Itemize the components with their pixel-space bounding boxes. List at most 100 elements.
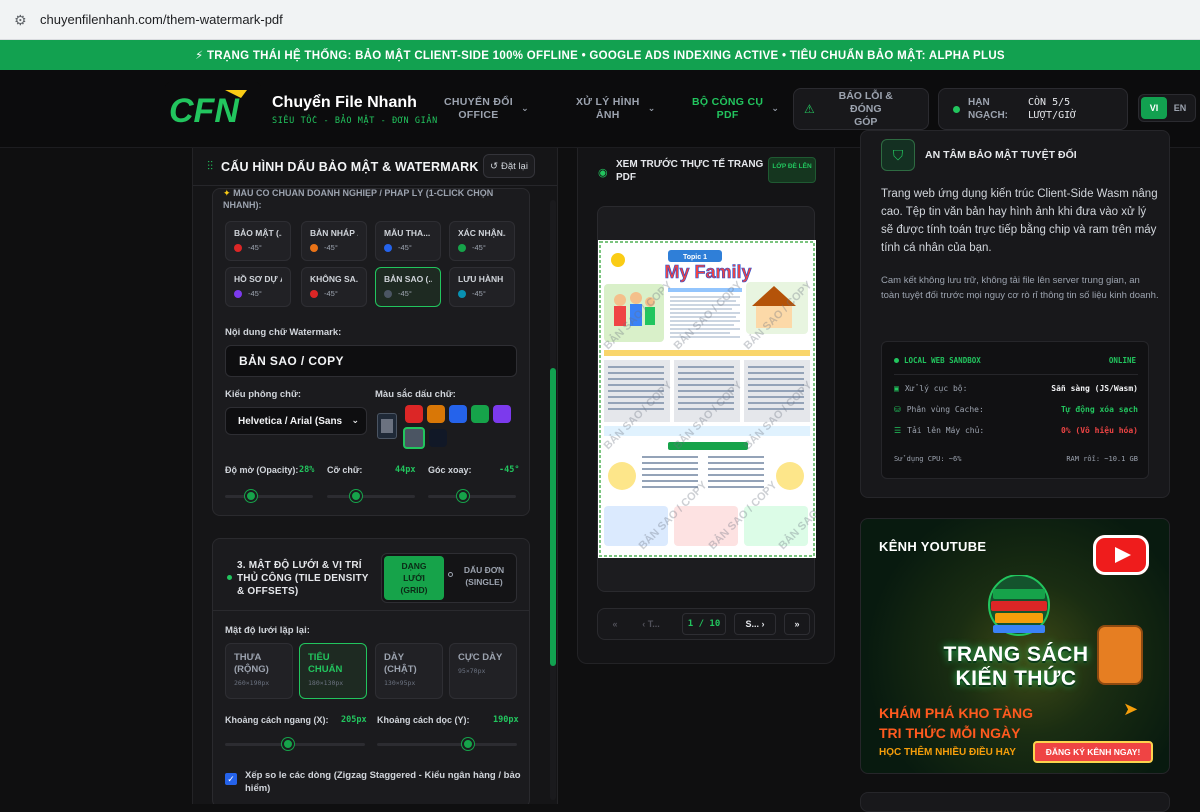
watermark-text-input[interactable]: BẢN SAO / COPY bbox=[225, 345, 517, 377]
promo-sub-line2: TRI THỨC MỖI NGÀY bbox=[879, 725, 1021, 741]
preset-project-file[interactable]: HỒ SƠ DỰ ÁN -45° bbox=[225, 267, 291, 307]
preset-angle: -45° bbox=[248, 243, 262, 252]
chevron-down-icon: ⌄ bbox=[647, 103, 656, 113]
presets-label: ✦ MẪU CÓ CHUẨN DOANH NGHIỆP / PHÁP LÝ (1… bbox=[223, 188, 494, 210]
vspace-slider-knob[interactable] bbox=[462, 738, 474, 750]
nav-label-line2: ẢNH bbox=[595, 109, 620, 121]
preset-reference[interactable]: MẪU THA... -45° bbox=[375, 221, 441, 261]
last-page-button[interactable]: » bbox=[784, 613, 810, 635]
nav-office-conversion[interactable]: CHUYỂN ĐỔI OFFICE ⌄ bbox=[444, 96, 529, 122]
first-page-button[interactable]: « bbox=[604, 613, 626, 635]
hspace-slider-knob[interactable] bbox=[282, 738, 294, 750]
density-very-dense[interactable]: CỰC DÀY 95×70px bbox=[449, 643, 517, 699]
config-title: CẤU HÌNH DẤU BẢO MẬT & WATERMARK bbox=[221, 159, 479, 174]
preset-no-copy[interactable]: KHÔNG SA... -45° bbox=[301, 267, 367, 307]
preset-angle: -45° bbox=[398, 243, 412, 252]
preset-name: BẢN NHÁP ... bbox=[310, 228, 358, 238]
mode-grid-button[interactable]: DẠNG LƯỚI (GRID) bbox=[384, 556, 444, 600]
swatch-red[interactable] bbox=[405, 405, 423, 423]
stagger-checkbox[interactable]: ✓ bbox=[225, 773, 237, 785]
nav-label-line1: CHUYỂN ĐỔI bbox=[444, 96, 513, 108]
page-counter: 1 / 10 bbox=[682, 613, 726, 635]
subscribe-button[interactable]: ĐĂNG KÝ KÊNH NGAY! bbox=[1033, 741, 1153, 763]
opacity-slider-knob[interactable] bbox=[245, 490, 257, 502]
nav-label-line2: PDF bbox=[716, 109, 739, 121]
security-description: Trang web ứng dụng kiến trúc Client-Side… bbox=[881, 188, 1158, 254]
scrollbar-thumb[interactable] bbox=[550, 368, 556, 666]
security-info-card: ⛉ AN TÂM BẢO MẬT TUYỆT ĐỐI Trang web ứng… bbox=[860, 130, 1170, 498]
promo-headline-line1: TRANG SÁCH bbox=[943, 643, 1089, 666]
cfn-logo[interactable]: CFN bbox=[165, 82, 261, 136]
report-bug-button[interactable]: ⚠ BÁO LỖI & ĐÓNG GÓP bbox=[793, 88, 929, 130]
swatch-green[interactable] bbox=[471, 405, 489, 423]
preset-name: MẪU THA... bbox=[384, 228, 431, 238]
color-dot bbox=[384, 243, 392, 252]
preset-verified[interactable]: XÁC NHẬN... -45° bbox=[449, 221, 515, 261]
swatch-blue[interactable] bbox=[449, 405, 467, 423]
drive-icon: ⛁ bbox=[894, 405, 901, 414]
chevron-down-icon: ⌄ bbox=[521, 103, 529, 113]
brand-block[interactable]: Chuyển File Nhanh SIÊU TỐC - BẢO MẬT - Đ… bbox=[272, 94, 438, 126]
quota-value-line2: LƯỢT/GIỜ bbox=[1028, 110, 1077, 121]
nav-label-line1: XỬ LÝ HÌNH bbox=[576, 96, 640, 108]
brand-name: Chuyển File Nhanh bbox=[272, 94, 417, 111]
swatch-gray-selected[interactable] bbox=[403, 427, 425, 449]
preset-draft[interactable]: BẢN NHÁP ... -45° bbox=[301, 221, 367, 261]
worksheet-thumbnail: Topic 1 My Family BẢN SAO / COPY BẢN SAO… bbox=[598, 240, 816, 558]
lang-vi-button[interactable]: VI bbox=[1141, 97, 1167, 119]
density-standard[interactable]: TIÊU CHUẨN 180×130px bbox=[299, 643, 367, 699]
server-icon: ☰ bbox=[894, 426, 902, 435]
preset-angle: -45° bbox=[324, 289, 338, 298]
reset-button[interactable]: ↺ Đặt lại bbox=[483, 154, 535, 178]
sandbox-row-cache: ⛁ Phân vùng Cache: Tự động xóa sạch bbox=[894, 405, 1138, 414]
watermark-text-label: Nội dung chữ Watermark: bbox=[225, 327, 342, 338]
opacity-slider-track[interactable] bbox=[225, 495, 313, 498]
font-size-label: Cỡ chữ: bbox=[327, 465, 363, 475]
preset-confidential[interactable]: BẢO MẬT (... -45° bbox=[225, 221, 291, 261]
preset-internal[interactable]: LƯU HÀNH ... -45° bbox=[449, 267, 515, 307]
panel-scrollbar[interactable] bbox=[550, 200, 556, 800]
preset-angle: -45° bbox=[398, 289, 412, 298]
custom-color-picker[interactable] bbox=[377, 413, 397, 439]
preset-name: XÁC NHẬN... bbox=[458, 228, 506, 238]
pdf-page-preview[interactable]: Topic 1 My Family BẢN SAO / COPY BẢN SAO… bbox=[598, 240, 816, 558]
font-select[interactable]: Helvetica / Arial (Sans ⌄ bbox=[225, 407, 367, 435]
rotation-label: Góc xoay: bbox=[428, 465, 472, 475]
doc-topic: Topic 1 bbox=[683, 254, 707, 261]
swatch-purple[interactable] bbox=[493, 405, 511, 423]
preview-title: XEM TRƯỚC THỰC TẾ TRANG PDF bbox=[616, 159, 764, 183]
next-page-button[interactable]: S... › bbox=[734, 613, 776, 635]
nav-image-processing[interactable]: XỬ LÝ HÌNH ẢNH ⌄ bbox=[576, 96, 655, 122]
font-size-slider-knob[interactable] bbox=[350, 490, 362, 502]
prev-page-button[interactable]: ‹ T... bbox=[630, 613, 672, 635]
youtube-promo-banner[interactable]: KÊNH YOUTUBE TRANG SÁCH KIẾN THỨC KHÁM P… bbox=[860, 518, 1170, 774]
site-settings-icon[interactable]: ⚙ bbox=[14, 12, 30, 28]
font-size-slider-track[interactable] bbox=[327, 495, 415, 498]
divider bbox=[894, 374, 1138, 375]
vspace-slider-track[interactable] bbox=[377, 743, 517, 746]
density-sparse[interactable]: THƯA (RỘNG) 260×190px bbox=[225, 643, 293, 699]
density-dense[interactable]: DÀY (CHẬT) 130×95px bbox=[375, 643, 443, 699]
preset-copy[interactable]: BẢN SAO (... -45° bbox=[375, 267, 441, 307]
swatch-orange[interactable] bbox=[427, 405, 445, 423]
grid-section-header: 3. MẬT ĐỘ LƯỚI & VỊ TRÍ THỦ CÔNG (TILE D… bbox=[213, 539, 529, 611]
density-size: 260×190px bbox=[234, 679, 270, 687]
status-dot-icon bbox=[953, 105, 960, 113]
browser-url-bar[interactable]: ⚙ chuyenfilenhanh.com/them-watermark-pdf bbox=[0, 0, 1200, 40]
lang-en-button[interactable]: EN bbox=[1167, 97, 1193, 119]
language-switcher: VI EN bbox=[1138, 94, 1196, 122]
color-label: Màu sắc dấu chữ: bbox=[375, 389, 456, 400]
rotation-slider-track[interactable] bbox=[428, 495, 516, 498]
swatch-black[interactable] bbox=[429, 429, 447, 447]
shield-icon: ⛉ bbox=[881, 139, 915, 171]
next-card-stub bbox=[860, 792, 1170, 812]
mode-single-button[interactable]: DẤU ĐƠN (SINGLE) bbox=[448, 564, 514, 588]
font-select-value: Helvetica / Arial (Sans bbox=[238, 415, 343, 427]
promo-sub-line3: HỌC THÊM NHIỀU ĐIỀU HAY bbox=[879, 747, 1016, 758]
url-text[interactable]: chuyenfilenhanh.com/them-watermark-pdf bbox=[40, 12, 283, 27]
font-label: Kiểu phông chữ: bbox=[225, 389, 302, 400]
hspace-slider-track[interactable] bbox=[225, 743, 365, 746]
nav-pdf-tools[interactable]: BỘ CÔNG CỤ PDF ⌄ bbox=[692, 96, 779, 122]
opacity-label: Độ mờ (Opacity): bbox=[225, 465, 299, 475]
rotation-slider-knob[interactable] bbox=[457, 490, 469, 502]
